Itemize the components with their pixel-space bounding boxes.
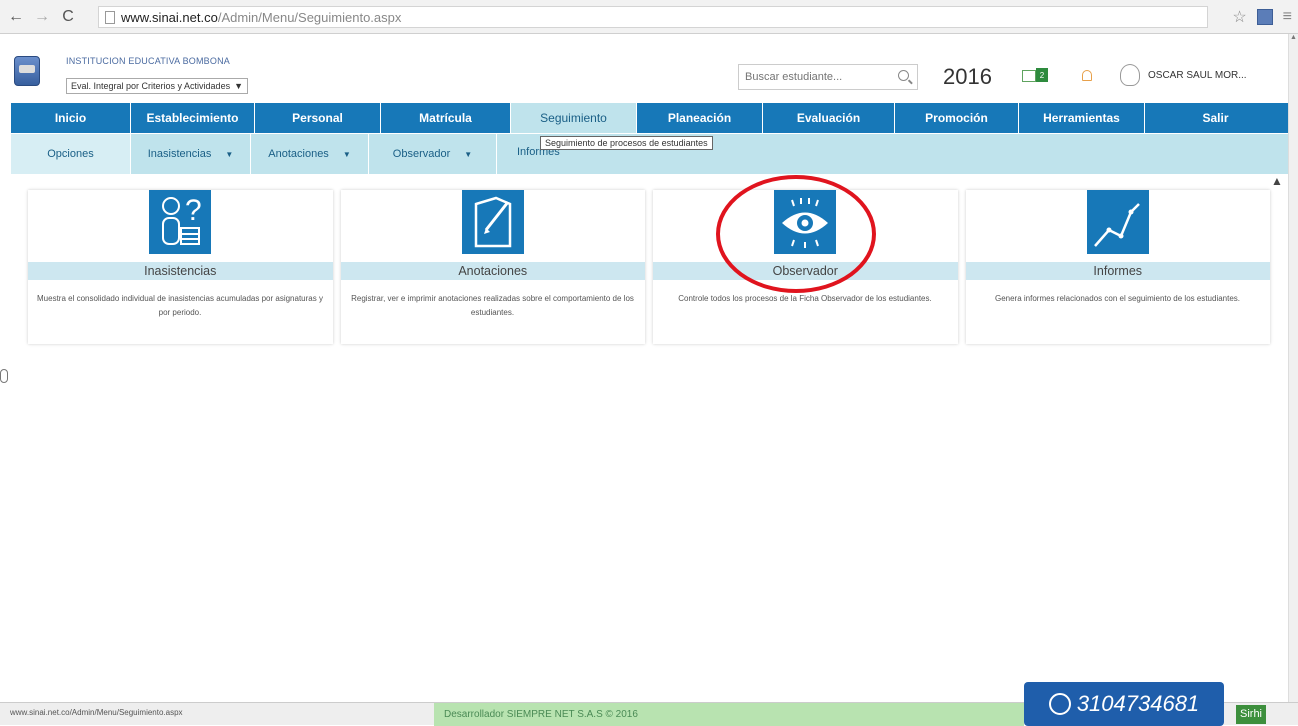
chevron-down-icon: ▼ [464, 149, 473, 159]
line-chart-icon [1086, 190, 1149, 254]
card-description: Controle todos los procesos de la Ficha … [678, 294, 932, 303]
menu-item-establecimiento[interactable]: Establecimiento [131, 103, 255, 133]
options-cards: ? Inasistencias Muestra el consolidado i… [28, 190, 1270, 344]
whatsapp-phone-button[interactable]: 3104734681 [1024, 682, 1224, 726]
forward-arrow-icon[interactable]: → [32, 7, 52, 27]
search-icon[interactable] [898, 70, 909, 81]
reload-icon[interactable]: C [58, 7, 78, 27]
whatsapp-icon [1048, 693, 1071, 715]
submenu-anotaciones[interactable]: Anotaciones ▼ [251, 134, 369, 174]
card-informes[interactable]: Informes Genera informes relacionados co… [965, 190, 1270, 344]
submenu-inasistencias-label: Inasistencias [147, 148, 212, 160]
scroll-top-icon[interactable]: ▲ [1271, 174, 1283, 188]
menu-item-evaluacion[interactable]: Evaluación [763, 103, 895, 133]
submenu-options[interactable]: Opciones [11, 134, 131, 174]
back-arrow-icon[interactable]: ← [6, 7, 26, 27]
submenu-anotaciones-label: Anotaciones [268, 148, 329, 160]
question-person-icon: ? [149, 190, 212, 254]
student-search[interactable] [738, 64, 918, 90]
extension-icon[interactable] [1256, 9, 1273, 25]
phone-number: 3104734681 [1076, 691, 1200, 716]
bell-icon[interactable] [1082, 70, 1092, 81]
card-description: Muestra el consolidado individual de ina… [37, 294, 323, 317]
chevron-down-icon: ▼ [342, 149, 351, 159]
url-host: www.sinai.net.co [121, 9, 218, 25]
menu-item-inicio[interactable]: Inicio [11, 103, 131, 133]
menu-icon[interactable]: ≡ [1283, 8, 1292, 26]
evaluation-select[interactable]: Eval. Integral por Criterios y Actividad… [66, 78, 248, 94]
submenu-inasistencias[interactable]: Inasistencias ▼ [131, 134, 251, 174]
page-icon [105, 10, 115, 24]
highlight-circle [716, 175, 876, 293]
school-logo [14, 56, 40, 86]
address-bar[interactable]: www.sinai.net.co /Admin/Menu/Seguimiento… [98, 6, 1208, 28]
menu-item-planeacion[interactable]: Planeación [637, 103, 763, 133]
card-inasistencias[interactable]: ? Inasistencias Muestra el consolidado i… [28, 190, 333, 344]
card-description: Genera informes relacionados con el segu… [994, 294, 1241, 303]
submenu-observador-label: Observador [392, 148, 451, 160]
institution-name: INSTITUCION EDUCATIVA BOMBONA [66, 56, 230, 66]
chevron-down-icon: ▼ [225, 149, 234, 159]
card-title: Anotaciones [340, 262, 645, 280]
submenu-observador[interactable]: Observador ▼ [369, 134, 497, 174]
user-avatar-icon[interactable] [1120, 64, 1140, 86]
app-header: INSTITUCION EDUCATIVA BOMBONA Eval. Inte… [0, 40, 1288, 102]
menu-item-herramientas[interactable]: Herramientas [1019, 103, 1145, 133]
note-pen-icon [461, 190, 524, 254]
card-anotaciones[interactable]: Anotaciones Registrar, ver e imprimir an… [340, 190, 645, 344]
card-title: Inasistencias [28, 262, 333, 280]
star-icon[interactable]: ☆ [1232, 7, 1246, 27]
main-menu: Inicio Establecimiento Personal Matrícula Se… [11, 103, 1288, 133]
menu-item-personal[interactable]: Personal [255, 103, 381, 133]
menu-item-salir[interactable]: Salir [1145, 103, 1286, 133]
card-title: Informes [965, 262, 1270, 280]
search-input[interactable] [745, 71, 890, 83]
menu-item-matricula[interactable]: Matrícula [381, 103, 511, 133]
scroll-up-icon[interactable]: ▲ [1289, 34, 1298, 41]
year-label: 2016 [943, 64, 992, 89]
sirhi-badge[interactable]: Sirhi [1236, 705, 1267, 724]
messages-badge[interactable]: 2 [1036, 68, 1048, 82]
evaluation-select-value: Eval. Integral por Criterios y Actividad… [71, 81, 231, 91]
url-path: /Admin/Menu/Seguimiento.aspx [217, 9, 402, 25]
drag-handle[interactable] [0, 369, 8, 383]
chevron-down-icon: ▼ [234, 81, 243, 91]
status-url: www.sinai.net.co/Admin/Menu/Seguimiento.… [10, 708, 183, 717]
menu-item-promocion[interactable]: Promoción [895, 103, 1019, 133]
menu-tooltip: Seguimiento de procesos de estudiantes [540, 136, 713, 150]
vertical-scrollbar[interactable]: ▲ [1288, 34, 1298, 702]
browser-toolbar: ← → C www.sinai.net.co /Admin/Menu/Segui… [0, 0, 1298, 34]
developer-credit: Desarrollador SIEMPRE NET S.A.S © 2016 [434, 703, 1024, 726]
status-bar: www.sinai.net.co/Admin/Menu/Seguimiento.… [0, 682, 1298, 726]
user-name[interactable]: OSCAR SAUL MOR... [1148, 70, 1247, 81]
menu-item-seguimiento[interactable]: Seguimiento [511, 103, 637, 133]
check-icon[interactable] [1022, 70, 1036, 82]
card-description: Registrar, ver e imprimir anotaciones re… [351, 294, 634, 317]
svg-text:?: ? [185, 194, 202, 227]
